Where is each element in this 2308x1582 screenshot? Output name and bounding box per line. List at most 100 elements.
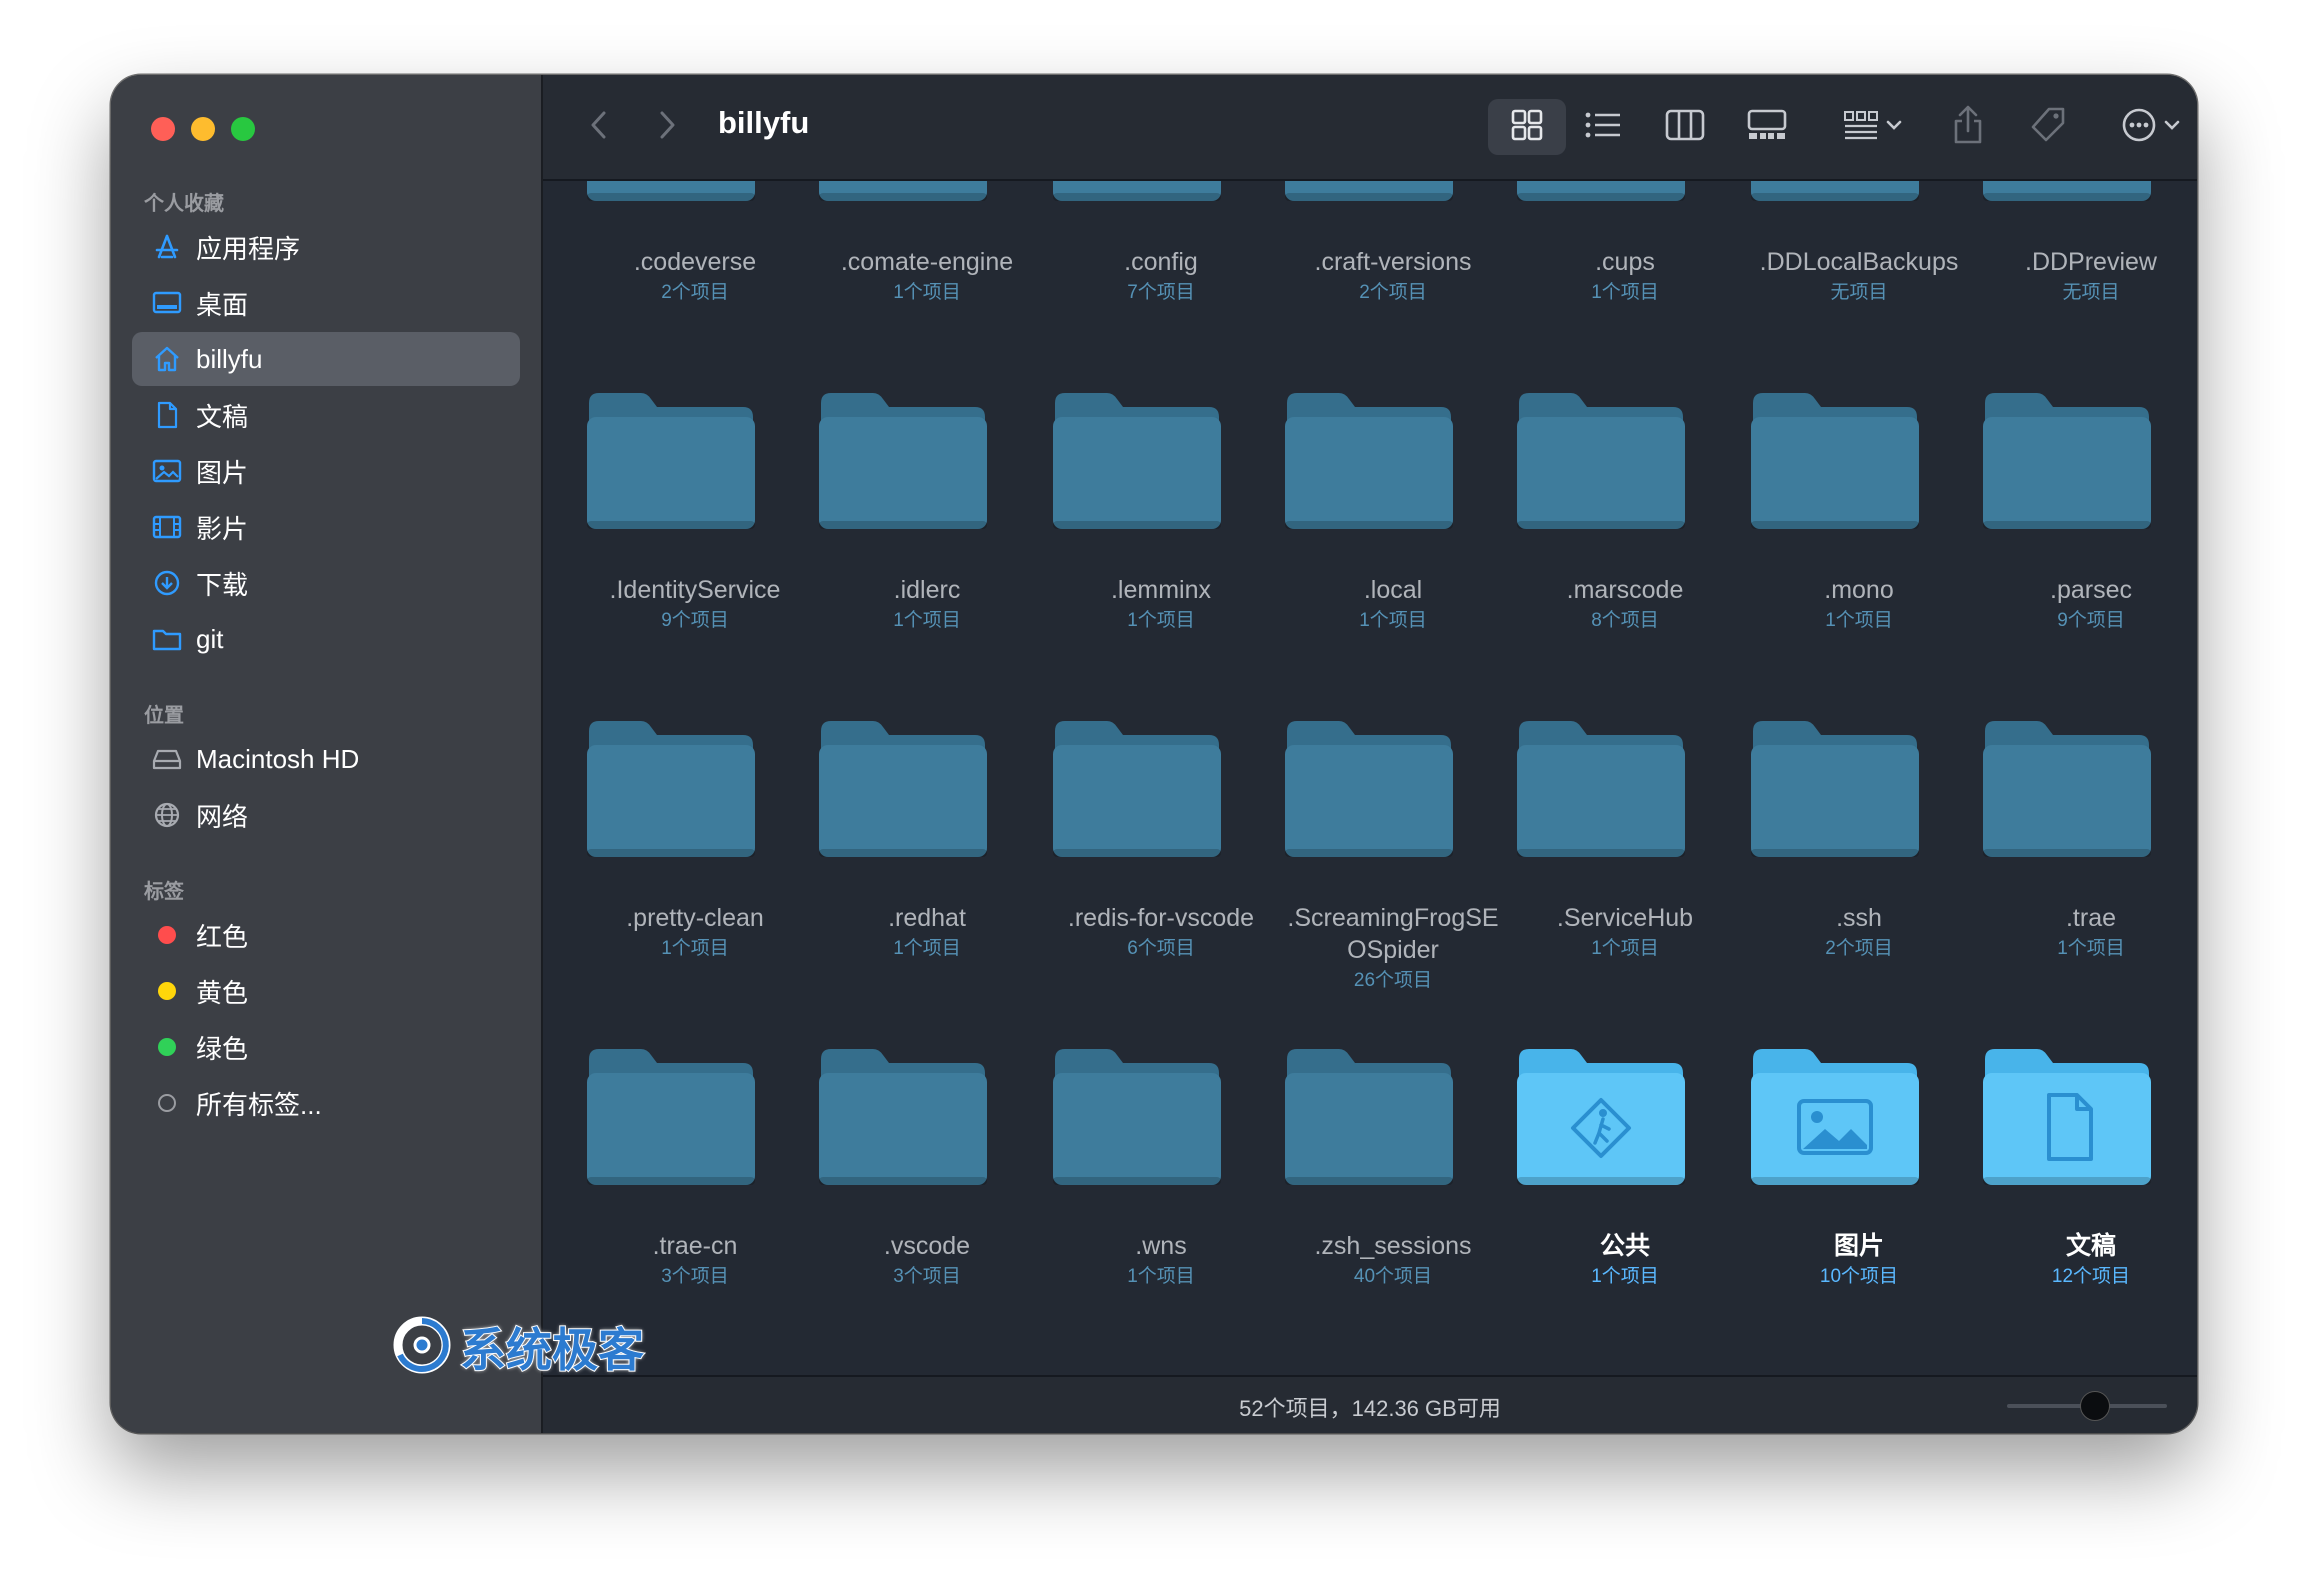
folder-item-count: 26个项目 [1353,970,1433,991]
watermark: 系统极客 [392,1314,645,1380]
sidebar-item-tag-red[interactable]: 红色 [132,908,520,962]
folder-icon [817,389,987,534]
folder-name: .marscode [1566,576,1684,604]
folder-item-count: 3个项目 [893,1266,961,1287]
all-tags-icon [152,1088,182,1118]
folder-name: .lemminx [1110,576,1211,604]
icon-view-icon [1510,108,1544,147]
folder-icon [1981,717,2151,862]
sidebar-item-label: billyfu [196,343,263,374]
folder-name: .DDLocalBackups [1759,248,1959,276]
sidebar-item-all-tags[interactable]: 所有标签... [132,1076,520,1130]
folder-name: .comate-engine [840,248,1014,276]
folder-name: .trae-cn [652,1232,738,1260]
folder-icon [817,717,987,862]
folder-item-count: 1个项目 [1591,938,1659,959]
folder-name: .ssh [1836,904,1882,932]
sidebar-item-git[interactable]: git [132,612,520,666]
list-view-button[interactable] [1573,99,1633,155]
folder-name: .redhat [888,904,966,932]
locations-heading: 位置 [144,705,184,727]
back-button[interactable] [581,99,617,155]
icon-size-slider-thumb[interactable] [2080,1391,2110,1421]
red-tag-icon [152,920,182,950]
folder-icon [1051,1045,1221,1190]
status-bar: 52个项目，142.36 GB可用 [543,1375,2197,1433]
folder-name: .codeverse [633,248,757,276]
gallery-view-button[interactable] [1737,99,1797,155]
folder-item-count: 3个项目 [661,1266,729,1287]
folder-item-count: 9个项目 [661,610,729,631]
more-actions-button[interactable] [2113,99,2193,155]
sidebar-item-desktop[interactable]: 桌面 [132,276,520,330]
sidebar-item-macintosh-hd[interactable]: Macintosh HD [132,732,520,786]
folder-item-count: 40个项目 [1353,1266,1433,1287]
sidebar-item-label: git [196,623,224,654]
sidebar-item-label: 文稿 [196,401,249,432]
folder-item-count: 1个项目 [1591,1266,1659,1287]
zoom-button[interactable] [231,117,255,141]
tags-heading: 标签 [144,881,184,903]
sidebar-item-network[interactable]: 网络 [132,788,520,842]
folder-item-count: 无项目 [2062,282,2120,303]
folder-item-count: 9个项目 [2057,610,2125,631]
folder-icon [1749,717,1919,862]
folder-item-count: 6个项目 [1127,938,1195,959]
file-grid: .codeverse 2个项目 .comate-engine 1个项目 .config 7… [543,181,2197,1375]
more-icon [2121,107,2185,148]
green-tag-icon [152,1032,182,1062]
folder-item-count: 1个项目 [1591,282,1659,303]
folder-icon [1283,181,1453,206]
sidebar-item-label: 绿色 [196,1033,249,1064]
folder-icon [585,1045,755,1190]
folder-icon [817,1045,987,1190]
folder-item-count: 1个项目 [893,610,961,631]
folder-icon [1283,389,1453,534]
folder-name: .IdentityService [609,576,781,604]
sidebar-item-documents[interactable]: 文稿 [132,388,520,442]
sidebar-item-pictures[interactable]: 图片 [132,444,520,498]
sidebar-item-tag-yellow[interactable]: 黄色 [132,964,520,1018]
watermark-logo-icon [392,1315,452,1380]
column-view-button[interactable] [1655,99,1715,155]
forward-icon [657,109,677,146]
folder-icon [817,181,987,206]
folder-name: .parsec [2050,576,2132,604]
folder-icon [1981,1045,2151,1190]
yellow-tag-icon [152,976,182,1006]
folder-name: .ScreamingFrogSE OSpider [1287,904,1499,964]
folder-name: .mono [1824,576,1894,604]
folder-icon [1515,181,1685,206]
desktop-icon [152,288,182,318]
folder-name: .idlerc [893,576,961,604]
sidebar-item-downloads[interactable]: 下载 [132,556,520,610]
photo-icon [152,456,182,486]
folder-name: .pretty-clean [626,904,764,932]
sidebar-item-label: 下载 [196,569,249,600]
sidebar-item-applications[interactable]: 应用程序 [132,220,520,274]
icon-view-button[interactable] [1488,99,1566,155]
folder-name: .trae [2065,904,2117,932]
folder-icon [585,717,755,862]
share-button[interactable] [1943,99,1993,155]
sidebar-item-home[interactable]: billyfu [132,332,520,386]
minimize-button[interactable] [191,117,215,141]
apps-icon [152,232,182,262]
folder-name: .wns [1135,1232,1187,1260]
watermark-text: 系统极客 [459,1323,645,1377]
folder-name: .craft-versions [1314,248,1472,276]
tag-button[interactable] [2023,99,2073,155]
folder-icon [1051,389,1221,534]
tag-icon [2029,106,2067,149]
folder-icon [1283,1045,1453,1190]
folder-name: .vscode [883,1232,971,1260]
folder-item-count: 1个项目 [1127,610,1195,631]
close-button[interactable] [151,117,175,141]
sidebar-item-label: 图片 [196,457,249,488]
forward-button[interactable] [649,99,685,155]
folder-item-count: 1个项目 [1359,610,1427,631]
sidebar-item-movies[interactable]: 影片 [132,500,520,554]
sidebar-item-tag-green[interactable]: 绿色 [132,1020,520,1074]
icon-size-slider[interactable] [2007,1391,2167,1421]
group-button[interactable] [1833,99,1913,155]
